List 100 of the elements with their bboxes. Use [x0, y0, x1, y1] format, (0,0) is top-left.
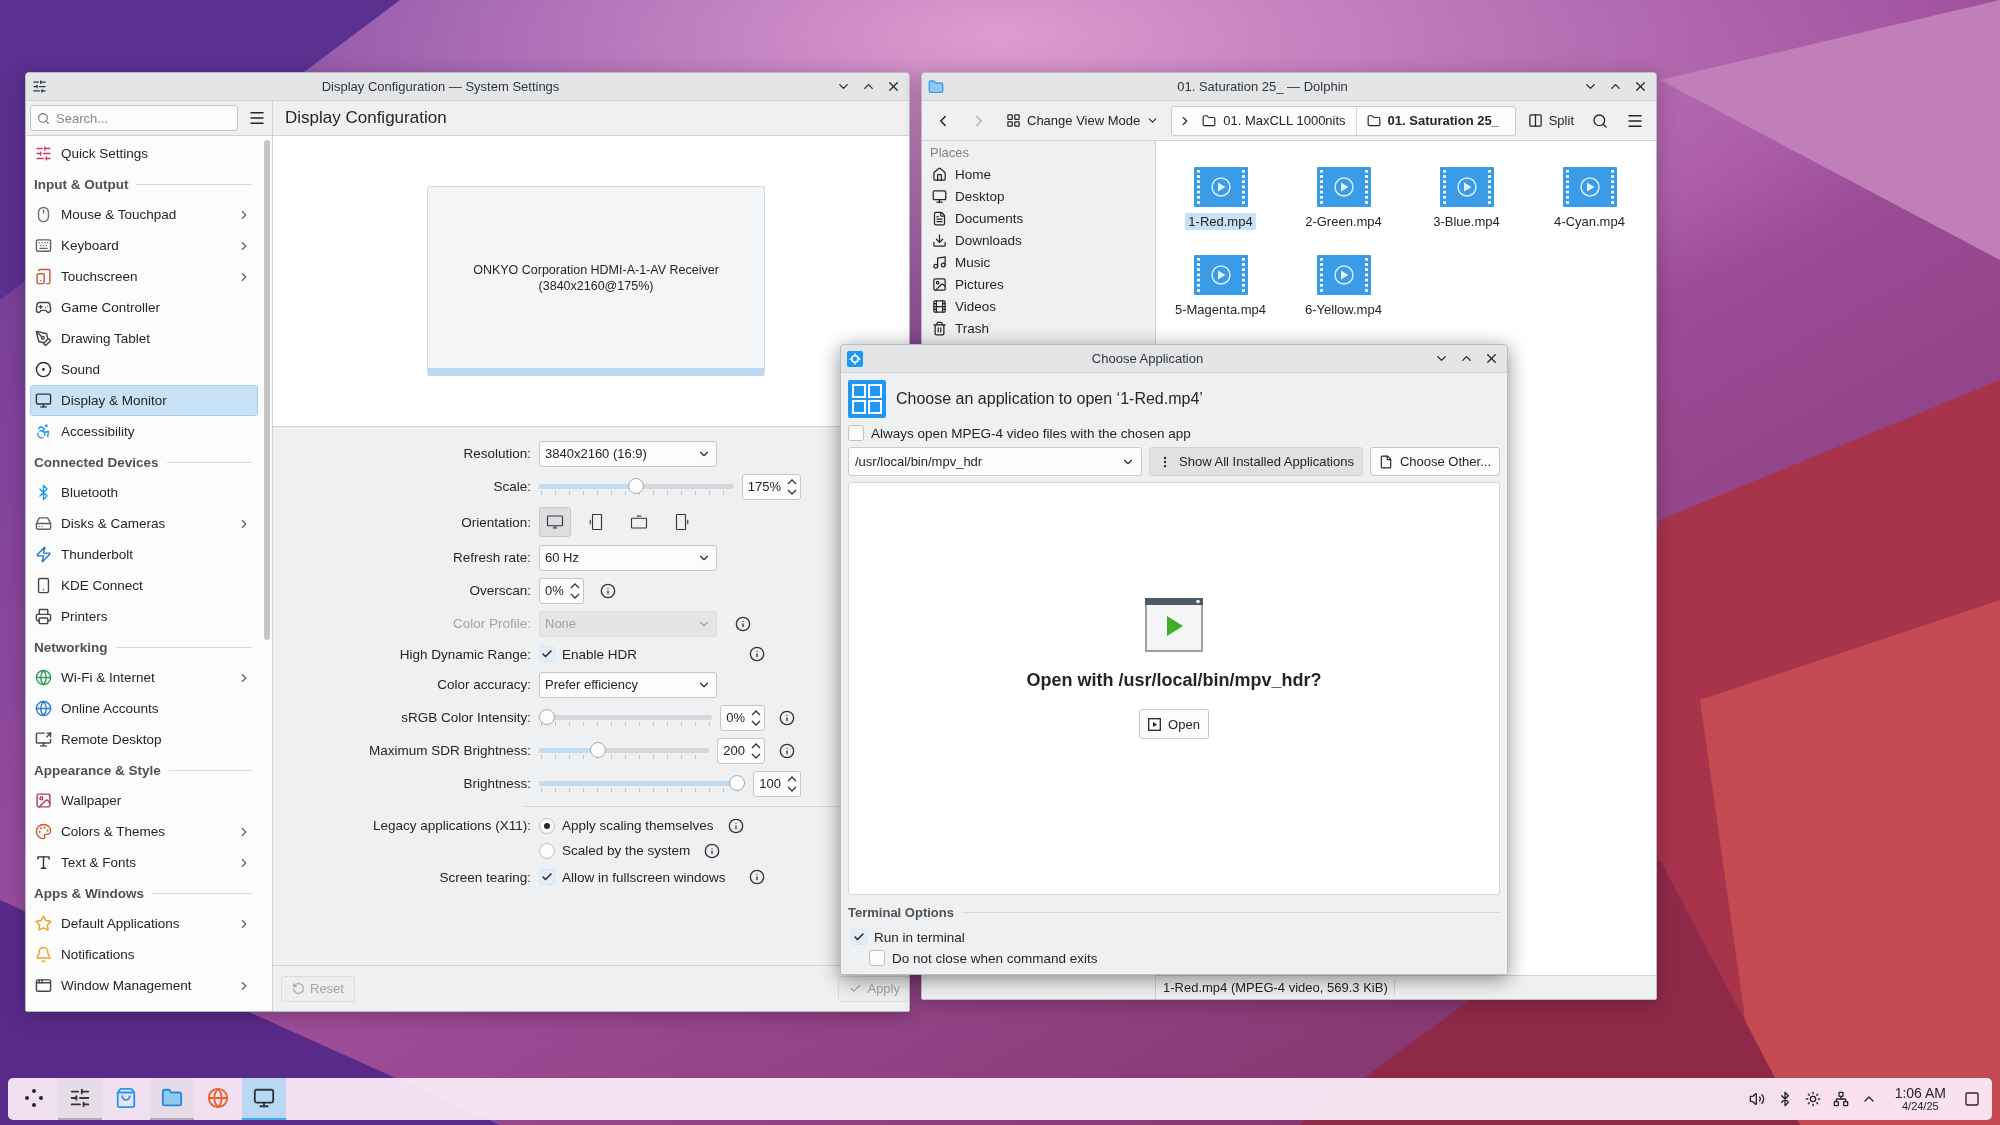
show-desktop-icon[interactable]	[1964, 1091, 1980, 1107]
sidebar-item[interactable]: Wallpaper	[30, 785, 258, 816]
places-item[interactable]: Home	[926, 163, 1151, 185]
brightness-icon[interactable]	[1804, 1091, 1821, 1107]
sidebar-item[interactable]: Wi-Fi & Internet	[30, 662, 258, 693]
checkbox[interactable]	[539, 646, 555, 662]
places-item[interactable]: Trash	[926, 317, 1151, 339]
file-name[interactable]: 3-Blue.mp4	[1430, 213, 1503, 230]
file-name[interactable]: 1-Red.mp4	[1185, 213, 1256, 230]
slider-thumb[interactable]	[729, 774, 746, 791]
sidebar-item[interactable]: Keyboard	[30, 230, 258, 261]
info-icon[interactable]	[779, 742, 795, 759]
spin-box[interactable]: 0%	[539, 577, 584, 604]
open-button[interactable]: Open	[1139, 709, 1209, 739]
sidebar-item[interactable]: Notifications	[30, 939, 258, 970]
radio-button[interactable]	[539, 817, 555, 834]
slider-track[interactable]	[539, 708, 713, 727]
radio-label: Scaled by the system	[562, 843, 691, 858]
split-button[interactable]: Split	[1521, 105, 1580, 136]
clock[interactable]: 1:06 AM 4/24/25	[1888, 1085, 1952, 1113]
sidebar-item[interactable]: Bluetooth	[30, 477, 258, 508]
menu-icon	[248, 109, 266, 127]
dropdown[interactable]: 60 Hz	[539, 544, 717, 571]
breadcrumb-item[interactable]: 01. MaxCLL 1000nits	[1192, 106, 1357, 135]
slider-thumb[interactable]	[628, 477, 645, 494]
spin-box[interactable]: 175%	[741, 473, 801, 500]
info-icon[interactable]	[727, 817, 744, 834]
field-label: Resolution:	[463, 446, 531, 461]
file-name[interactable]: 2-Green.mp4	[1302, 213, 1385, 230]
spin-box[interactable]: 0%	[720, 704, 765, 731]
checkbox[interactable]	[539, 869, 555, 885]
field-label: Screen tearing:	[439, 869, 531, 885]
sidebar-item[interactable]: Game Controller	[30, 292, 258, 323]
sidebar-item[interactable]: Thunderbolt	[30, 539, 258, 570]
video-file-icon	[1316, 255, 1371, 295]
spin-box[interactable]: 200	[717, 737, 765, 764]
file-name[interactable]: 4-Cyan.mp4	[1551, 213, 1628, 230]
palette-icon	[35, 823, 52, 840]
sidebar-item[interactable]: Window Management	[30, 970, 258, 1001]
sidebar-item[interactable]: Default Applications	[30, 908, 258, 939]
slider-track[interactable]	[539, 477, 734, 496]
field-label: Overscan:	[469, 583, 531, 598]
checkbox-label: Allow in fullscreen windows	[562, 869, 726, 885]
sidebar-item[interactable]: Printers	[30, 601, 258, 632]
taskbar-button[interactable]	[58, 1078, 102, 1120]
sidebar-item[interactable]: Quick Settings	[30, 138, 258, 169]
places-item[interactable]: Downloads	[926, 229, 1151, 251]
taskbar-button[interactable]	[242, 1078, 286, 1120]
file-name[interactable]: 5-Magenta.mp4	[1171, 301, 1270, 318]
radio-button[interactable]	[539, 842, 555, 859]
orientation-button[interactable]	[539, 507, 571, 537]
slider-thumb[interactable]	[589, 741, 606, 758]
slider-thumb[interactable]	[539, 708, 555, 725]
info-icon[interactable]	[749, 869, 765, 885]
application-combo-box[interactable]: /usr/local/bin/mpv_hdr	[848, 447, 1143, 476]
show-all-button[interactable]: Show All Installed Applications	[1149, 447, 1363, 476]
checkbox[interactable]	[848, 425, 864, 441]
info-icon[interactable]	[599, 582, 616, 599]
grid-icon	[1006, 113, 1021, 128]
info-icon[interactable]	[749, 646, 765, 662]
sidebar-item[interactable]: Accessibility	[30, 416, 258, 447]
checkbox[interactable]	[869, 950, 885, 966]
network-icon[interactable]	[1832, 1091, 1849, 1107]
places-item[interactable]: Videos	[926, 295, 1151, 317]
slider-track[interactable]	[539, 741, 710, 760]
sidebar-item[interactable]: Colors & Themes	[30, 816, 258, 847]
file-name[interactable]: 6-Yellow.mp4	[1302, 301, 1385, 318]
sidebar-item[interactable]: Online Accounts	[30, 693, 258, 724]
info-icon[interactable]	[779, 709, 795, 726]
info-icon[interactable]	[704, 842, 721, 859]
checkbox[interactable]	[851, 929, 867, 945]
pen-icon	[35, 330, 52, 347]
places-item[interactable]: Pictures	[926, 273, 1151, 295]
volume-icon[interactable]	[1748, 1091, 1765, 1107]
breadcrumb-bar[interactable]: 01. MaxCLL 1000nits 01. Saturation 25_	[1171, 105, 1516, 136]
section-header: Apps & Windows	[34, 885, 145, 901]
dropdown[interactable]: Prefer efficiency	[539, 671, 717, 698]
sidebar-item[interactable]: Text & Fonts	[30, 847, 258, 878]
breadcrumb-item[interactable]: 01. Saturation 25_	[1356, 106, 1509, 135]
monitor-preview[interactable]: ONKYO Corporation HDMI-A-1-AV Receiver (3840x2160@175%)	[427, 186, 765, 376]
sidebar-item[interactable]: Mouse & Touchpad	[30, 199, 258, 230]
checkbox-label: Always open MPEG-4 video files with the chosen app	[871, 425, 1191, 441]
sidebar-item[interactable]: Touchscreen	[30, 261, 258, 292]
choose-other-button[interactable]: Choose Other...	[1369, 447, 1500, 476]
sidebar-item[interactable]: Remote Desktop	[30, 724, 258, 755]
play-icon	[1148, 717, 1162, 731]
slider-track[interactable]	[539, 774, 746, 793]
sidebar-item[interactable]: Disks & Cameras	[30, 508, 258, 539]
search-field[interactable]: Search...	[30, 105, 238, 131]
view-mode-button[interactable]: Change View Mode	[1000, 105, 1166, 136]
sidebar-item[interactable]: Sound	[30, 354, 258, 385]
sidebar-item[interactable]: KDE Connect	[30, 570, 258, 601]
places-item[interactable]: Documents	[926, 207, 1151, 229]
places-item[interactable]: Desktop	[926, 185, 1151, 207]
dropdown[interactable]: 3840x2160 (16:9)	[539, 440, 717, 467]
places-item[interactable]: Music	[926, 251, 1151, 273]
spin-box[interactable]: 100	[753, 770, 801, 797]
sidebar-item[interactable]: Drawing Tablet	[30, 323, 258, 354]
scrollbar[interactable]	[264, 140, 270, 640]
sidebar-item[interactable]: Display & Monitor	[30, 385, 258, 416]
